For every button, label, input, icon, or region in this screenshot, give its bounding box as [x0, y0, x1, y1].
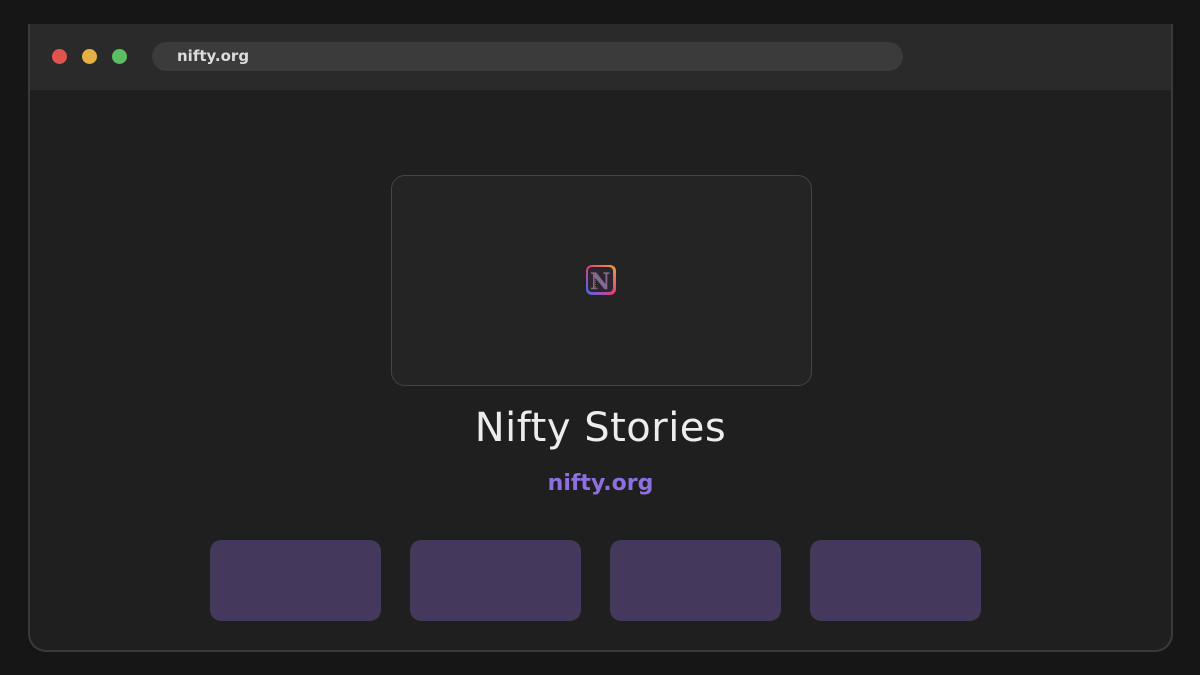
- maximize-window-button[interactable]: [112, 49, 127, 64]
- svg-text:N: N: [591, 270, 610, 295]
- site-logo-card[interactable]: N N: [391, 175, 812, 386]
- quick-link-tile[interactable]: [610, 540, 781, 621]
- quick-link-tile[interactable]: [410, 540, 581, 621]
- site-title: Nifty Stories: [474, 405, 727, 451]
- browser-titlebar: nifty.org: [30, 24, 1171, 90]
- quick-links: [210, 540, 983, 621]
- nifty-n-logo-icon: N N: [584, 263, 618, 297]
- minimize-window-button[interactable]: [82, 49, 97, 64]
- close-window-button[interactable]: [52, 49, 67, 64]
- address-bar-text: nifty.org: [177, 47, 250, 65]
- quick-link-tile[interactable]: [210, 540, 381, 621]
- browser-window: nifty.org N N Nifty Stories nifty.org: [28, 24, 1173, 652]
- address-bar[interactable]: nifty.org: [152, 42, 903, 71]
- site-domain-link[interactable]: nifty.org: [30, 471, 1171, 496]
- quick-link-tile[interactable]: [810, 540, 981, 621]
